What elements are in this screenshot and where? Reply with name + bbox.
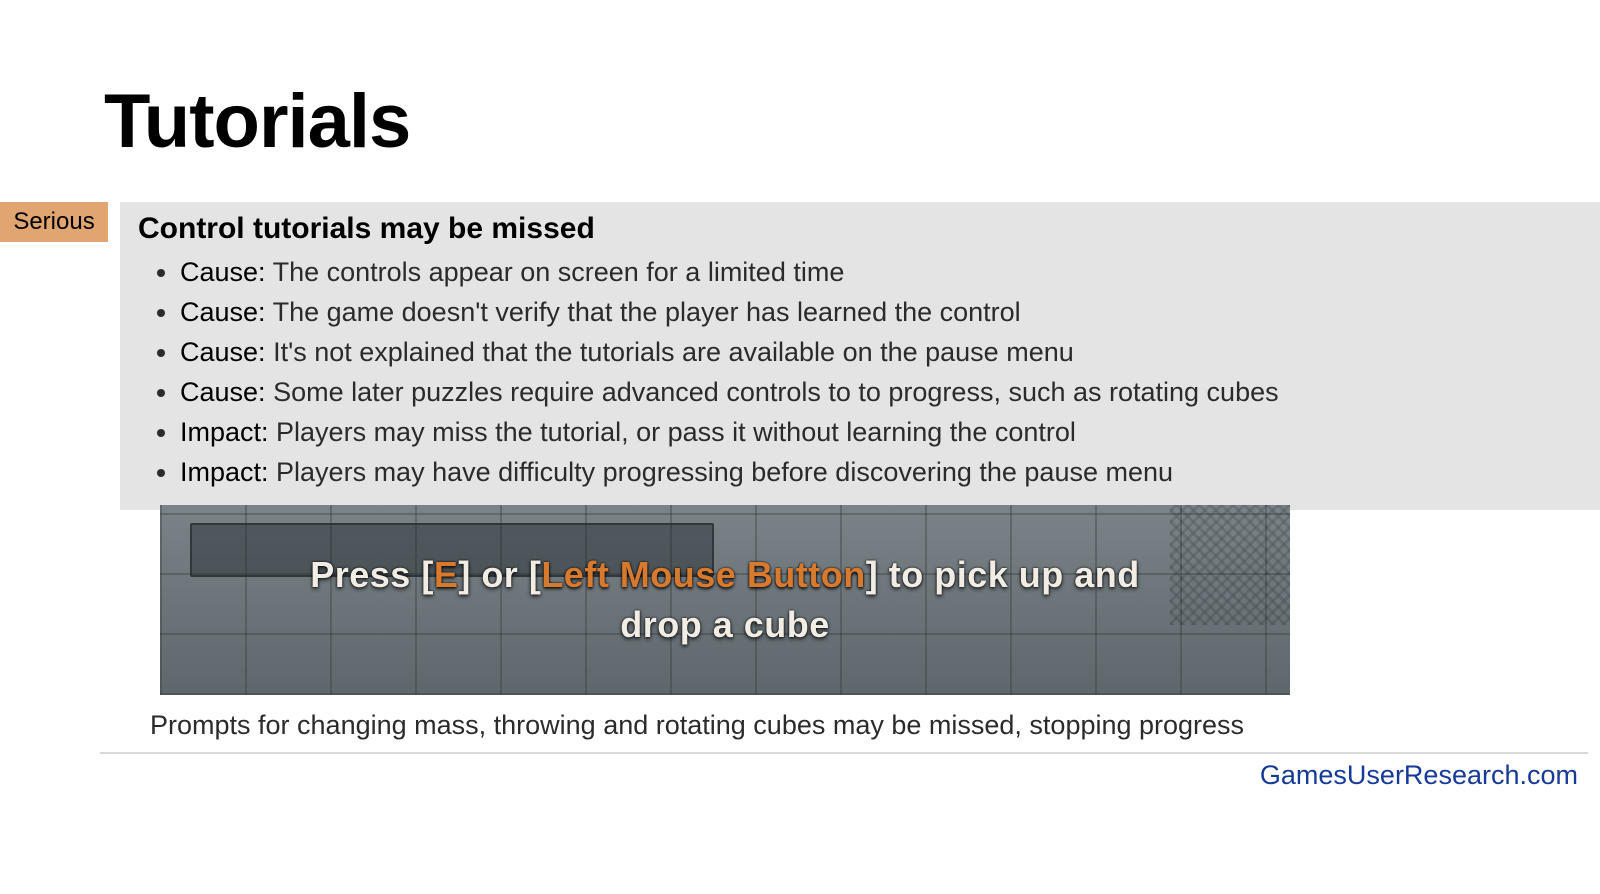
prompt-line-2: drop a cube [620, 600, 830, 650]
issue-title: Control tutorials may be missed [138, 212, 1582, 246]
prompt-key: Left Mouse Button [541, 554, 865, 595]
list-item: Impact: Players may miss the tutorial, o… [180, 412, 1582, 452]
prompt-line-1: Press [E] or [Left Mouse Button] to pick… [310, 550, 1140, 600]
point-text: Players may miss the tutorial, or pass i… [269, 417, 1076, 447]
list-item: Cause: Some later puzzles require advanc… [180, 372, 1582, 412]
list-item: Cause: The controls appear on screen for… [180, 252, 1582, 292]
page-title: Tutorials [104, 78, 410, 165]
screenshot-caption: Prompts for changing mass, throwing and … [150, 710, 1244, 741]
severity-tag: Serious [0, 202, 108, 242]
point-label: Cause: [180, 257, 266, 287]
point-label: Cause: [180, 377, 266, 407]
point-text: It's not explained that the tutorials ar… [266, 337, 1074, 367]
issue-points-list: Cause: The controls appear on screen for… [138, 252, 1582, 492]
divider [100, 752, 1588, 754]
point-label: Cause: [180, 337, 266, 367]
point-text: The controls appear on screen for a limi… [266, 257, 845, 287]
prompt-segment: ] or [ [458, 554, 541, 595]
list-item: Cause: The game doesn't verify that the … [180, 292, 1582, 332]
game-screenshot: Press [E] or [Left Mouse Button] to pick… [160, 505, 1290, 695]
prompt-segment: ] to pick up and [866, 554, 1140, 595]
point-label: Impact: [180, 457, 269, 487]
point-label: Impact: [180, 417, 269, 447]
prompt-key: E [434, 554, 459, 595]
game-prompt-text: Press [E] or [Left Mouse Button] to pick… [160, 505, 1290, 695]
issue-panel: Control tutorials may be missed Cause: T… [120, 202, 1600, 510]
list-item: Cause: It's not explained that the tutor… [180, 332, 1582, 372]
point-label: Cause: [180, 297, 266, 327]
slide: Tutorials Serious Control tutorials may … [0, 0, 1600, 894]
point-text: Some later puzzles require advanced cont… [266, 377, 1279, 407]
prompt-segment: Press [ [310, 554, 434, 595]
footer-link[interactable]: GamesUserResearch.com [1260, 760, 1578, 791]
point-text: Players may have difficulty progressing … [269, 457, 1174, 487]
list-item: Impact: Players may have difficulty prog… [180, 452, 1582, 492]
point-text: The game doesn't verify that the player … [266, 297, 1021, 327]
